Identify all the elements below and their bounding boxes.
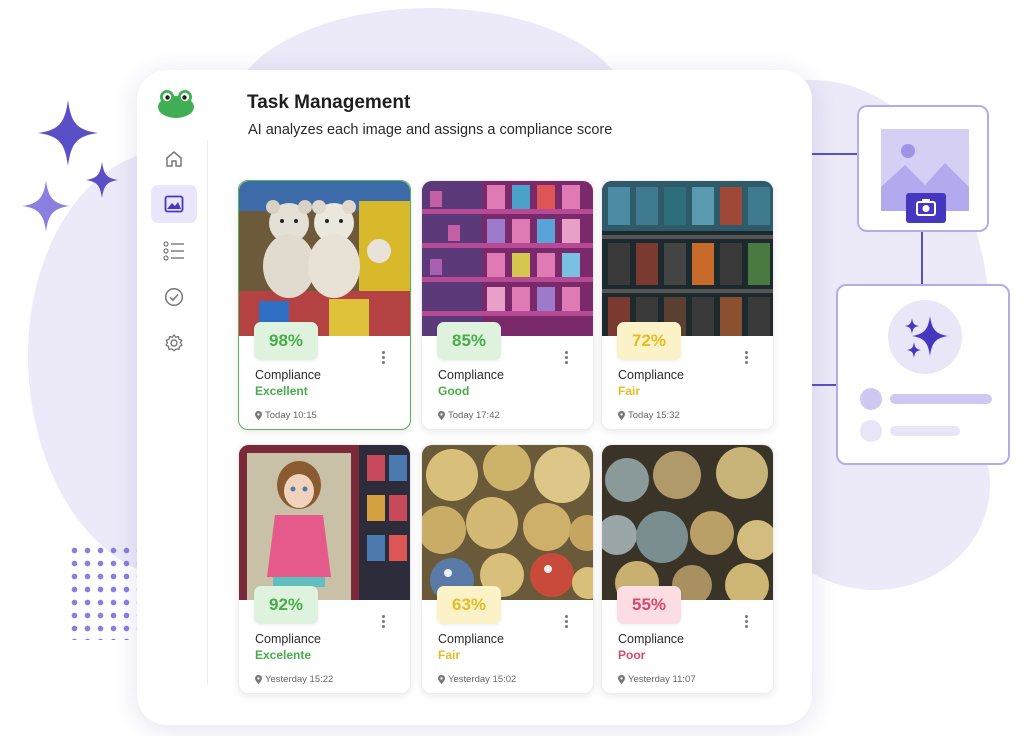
page-subtitle: AI analyzes each image and assigns a com…: [248, 122, 613, 138]
timestamp: Yesterday 15:02: [438, 674, 516, 685]
connector-line: [812, 153, 858, 155]
image-card[interactable]: 63% Compliance Fair Yesterday 15:02: [421, 444, 594, 694]
timestamp-text: Today 15:32: [628, 410, 680, 421]
sidebar-item-images[interactable]: [151, 185, 197, 223]
compliance-score-badge: 55%: [617, 586, 681, 624]
location-pin-icon: [438, 675, 445, 684]
sidebar-item-home[interactable]: [151, 140, 197, 178]
sparkle-icon: [86, 162, 118, 198]
app-window: Task Management AI analyzes each image a…: [137, 70, 812, 725]
image-card[interactable]: 72% Compliance Fair Today 15:32: [601, 180, 774, 430]
frog-logo-icon: [158, 90, 194, 118]
timestamp-text: Today 10:15: [265, 410, 317, 421]
more-options-icon[interactable]: [561, 349, 571, 367]
compliance-label: Compliance: [618, 632, 685, 646]
compliance-status: Excellent: [255, 384, 308, 398]
image-card[interactable]: 98% Compliance Excellent Today 10:15: [238, 180, 411, 430]
timestamp-text: Yesterday 11:07: [628, 674, 696, 685]
timestamp: Yesterday 15:22: [255, 674, 333, 685]
image-icon: [164, 195, 184, 213]
placeholder-line: [890, 426, 960, 436]
image-card[interactable]: 55% Compliance Poor Yesterday 11:07: [601, 444, 774, 694]
sidebar-divider: [207, 140, 208, 685]
connector-line: [812, 384, 837, 386]
more-options-icon[interactable]: [741, 349, 751, 367]
compliance-score-badge: 98%: [254, 322, 318, 360]
compliance-status: Good: [438, 384, 470, 398]
timestamp-text: Yesterday 15:22: [265, 674, 334, 685]
timestamp: Today 10:15: [255, 410, 317, 421]
timestamp: Yesterday 11:07: [618, 674, 696, 685]
location-pin-icon: [618, 411, 625, 420]
placeholder-line: [890, 394, 992, 404]
placeholder-dot: [860, 420, 882, 442]
sidebar-item-settings[interactable]: [151, 324, 197, 362]
timestamp: Today 17:42: [438, 410, 500, 421]
timestamp-text: Yesterday 15:02: [448, 674, 517, 685]
gear-icon: [165, 334, 183, 352]
sparkle-icon: [22, 180, 70, 232]
compliance-label: Compliance: [618, 368, 685, 382]
compliance-status: Fair: [438, 648, 461, 662]
more-options-icon[interactable]: [741, 613, 751, 631]
location-pin-icon: [438, 411, 445, 420]
location-pin-icon: [255, 411, 262, 420]
compliance-score-badge: 72%: [617, 322, 681, 360]
image-card[interactable]: 85% Compliance Good Today 17:42: [421, 180, 594, 430]
more-options-icon[interactable]: [378, 613, 388, 631]
location-pin-icon: [255, 675, 262, 684]
ai-sparkle-icon: [888, 300, 962, 374]
compliance-label: Compliance: [438, 632, 505, 646]
sidebar-item-list[interactable]: [151, 232, 197, 270]
compliance-status: Excelente: [255, 648, 312, 662]
compliance-label: Compliance: [255, 368, 322, 382]
timestamp-text: Today 17:42: [448, 410, 500, 421]
image-capture-illustration: [857, 105, 989, 232]
compliance-label: Compliance: [438, 368, 505, 382]
home-icon: [166, 151, 182, 167]
shelf-photo: [239, 445, 410, 600]
placeholder-dot: [860, 388, 882, 410]
more-options-icon[interactable]: [561, 613, 571, 631]
image-card[interactable]: 92% Compliance Excelente Yesterday 15:22: [238, 444, 411, 694]
compliance-score-badge: 85%: [437, 322, 501, 360]
more-options-icon[interactable]: [378, 349, 388, 367]
connector-line: [921, 232, 923, 284]
dot-pattern: [68, 544, 138, 640]
location-pin-icon: [618, 675, 625, 684]
compliance-score-badge: 63%: [437, 586, 501, 624]
shelf-photo: [422, 445, 593, 600]
camera-icon: [906, 193, 946, 223]
sparkle-icon: [38, 100, 98, 166]
sidebar-item-tasks[interactable]: [151, 278, 197, 316]
compliance-score-badge: 92%: [254, 586, 318, 624]
check-circle-icon: [164, 287, 184, 307]
list-icon: [163, 241, 184, 261]
compliance-status: Fair: [618, 384, 641, 398]
ai-analysis-illustration: [836, 284, 1010, 465]
compliance-label: Compliance: [255, 632, 322, 646]
shelf-photo: [602, 445, 773, 600]
compliance-status: Poor: [618, 648, 646, 662]
shelf-photo: [602, 181, 773, 336]
timestamp: Today 15:32: [618, 410, 680, 421]
shelf-photo: [239, 181, 410, 336]
shelf-photo: [422, 181, 593, 336]
page-title: Task Management: [247, 92, 411, 113]
